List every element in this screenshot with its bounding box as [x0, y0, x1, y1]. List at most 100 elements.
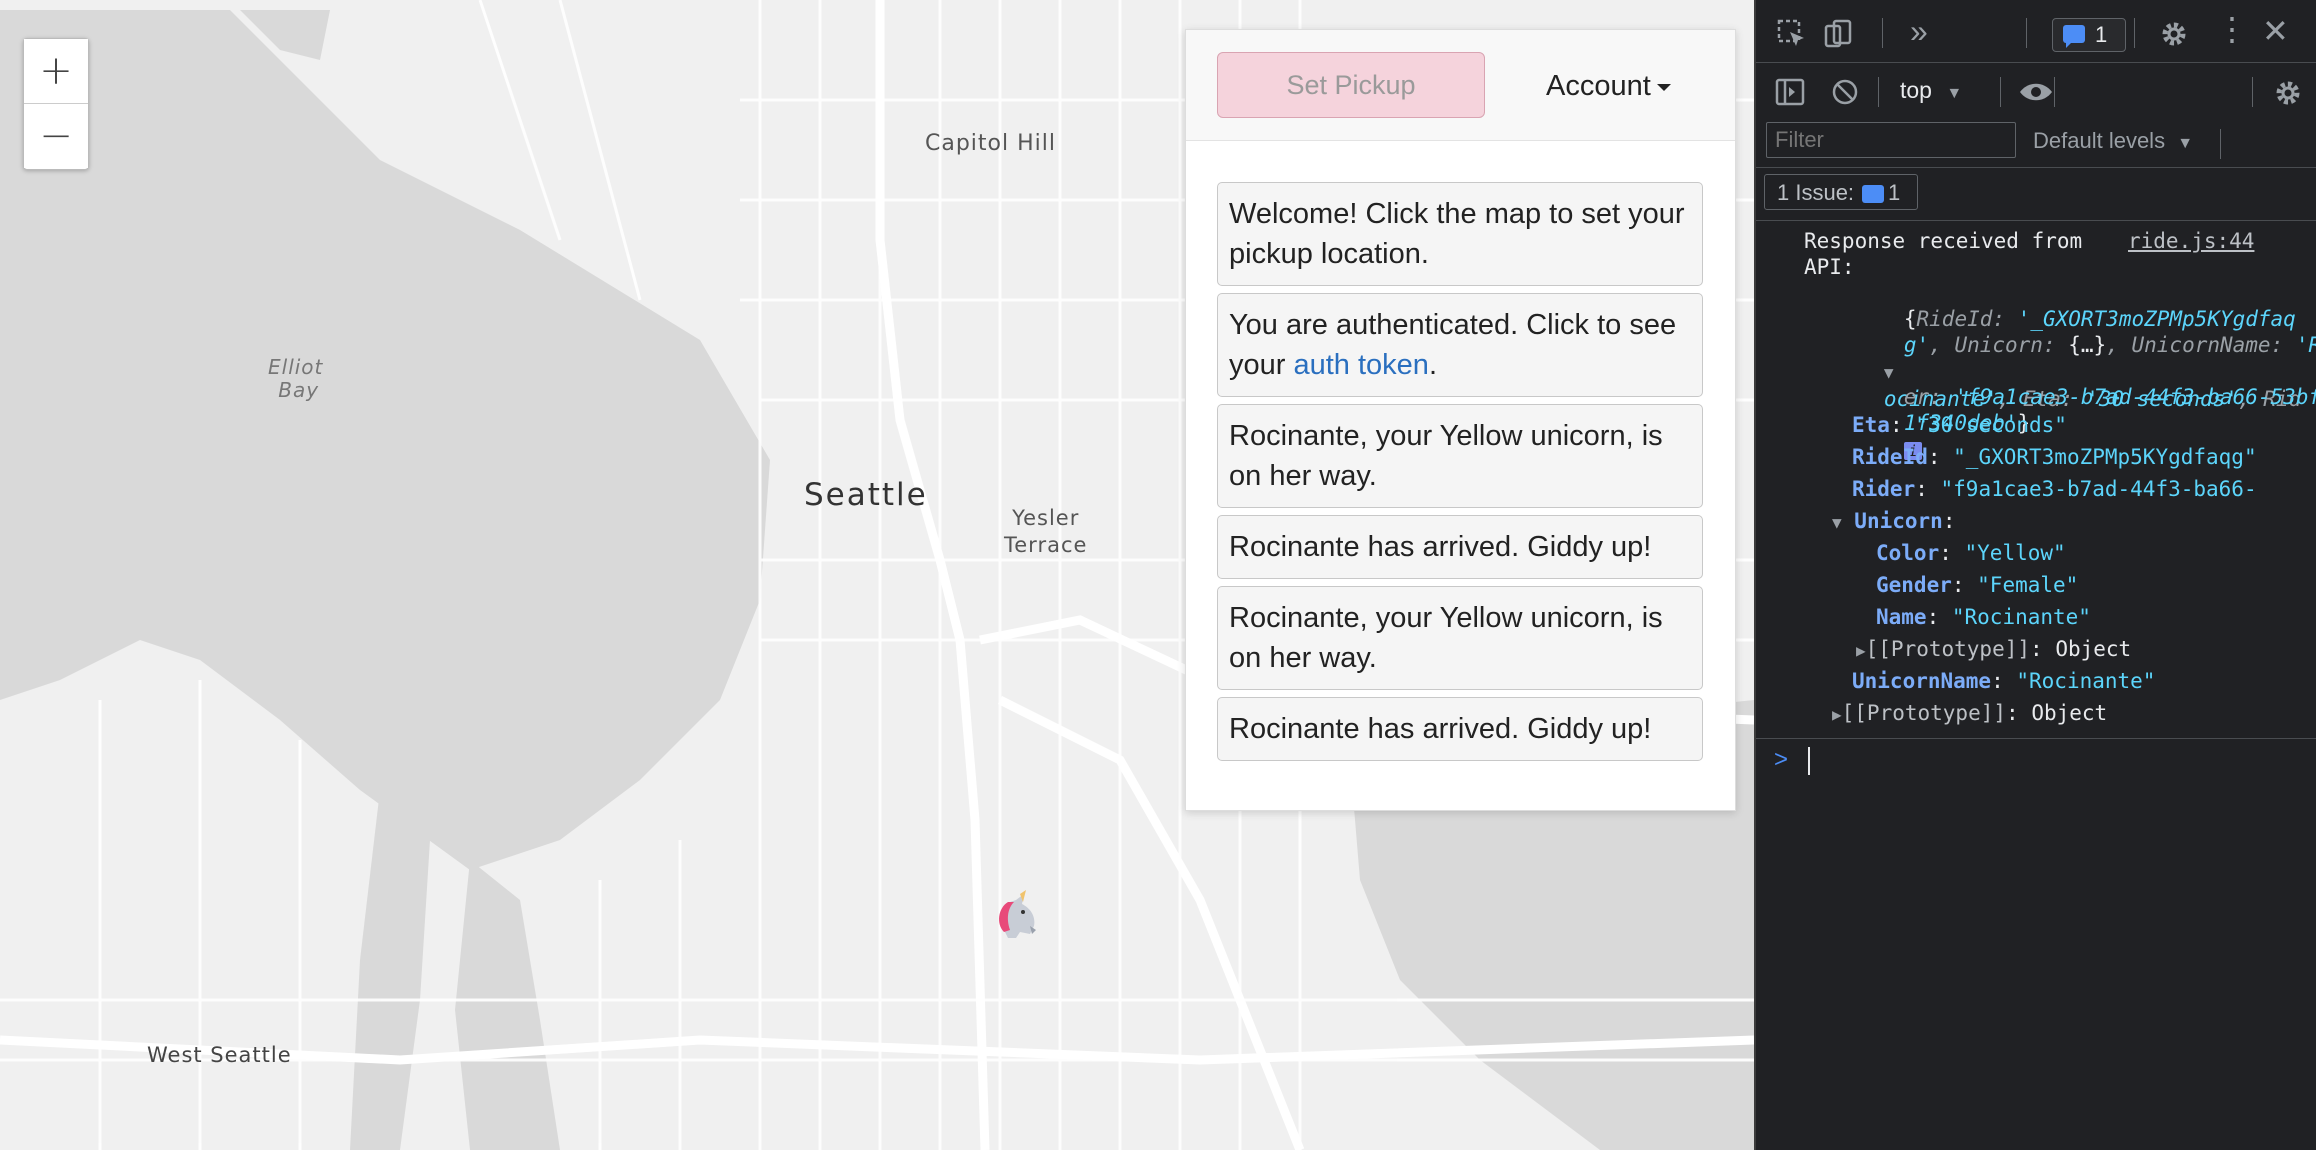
zoom-control: + − — [23, 38, 89, 170]
issues-label: 1 Issue: — [1777, 180, 1855, 205]
property-rider: Rider: "f9a1cae3-b7ad-44f3-ba66- — [1852, 476, 2257, 502]
close-icon[interactable]: ✕ — [2262, 15, 2289, 47]
message-welcome: Welcome! Click the map to set your picku… — [1217, 182, 1703, 286]
message-auth-end: . — [1428, 349, 1437, 381]
message-on-way: Rocinante, your Yellow unicorn, is on he… — [1217, 586, 1703, 690]
live-expression-eye-icon[interactable] — [2018, 77, 2054, 107]
prop-colon: : — [1889, 413, 1916, 437]
message-icon — [2063, 25, 2085, 48]
dropdown-arrow-icon: ▼ — [2177, 135, 2194, 152]
log-levels-dropdown[interactable]: Default levels ▼ — [2033, 128, 2193, 154]
property-prototype[interactable]: ▶[[Prototype]]: Object — [1832, 700, 2107, 728]
message-icon — [1862, 185, 1885, 204]
expand-triangle-icon[interactable]: ▼ — [1832, 513, 1842, 532]
prop-colon: : — [1991, 669, 2017, 693]
clear-console-icon[interactable] — [1830, 77, 1860, 107]
prop-key: Rider — [1852, 477, 1916, 501]
context-selector[interactable]: top ▼ — [1900, 77, 1962, 104]
devtools-main-toolbar: » 1 ⋮ ✕ — [1756, 0, 2316, 63]
property-prototype[interactable]: ▶[[Prototype]]: Object — [1856, 636, 2131, 664]
console-toolbar: top ▼ — [1756, 63, 2316, 119]
toolbar-divider — [2220, 129, 2221, 159]
property-rideid: RideId: "_GXORT3moZPMp5KYgdfaqg" — [1852, 444, 2257, 470]
more-tabs-icon[interactable]: » — [1910, 15, 1928, 47]
map-label-bay: Bay — [278, 378, 320, 402]
ride-panel: Set Pickup Account Welcome! Click the ma… — [1185, 29, 1736, 811]
property-eta: Eta: "30 seconds" — [1852, 412, 2067, 438]
map-label-west-seattle: West Seattle — [147, 1043, 292, 1067]
prop-colon: : — [1927, 445, 1954, 469]
prop-value: "_GXORT3moZPMp5KYgdfaqg" — [1953, 445, 2257, 469]
map-label-elliot: Elliot — [268, 355, 324, 379]
zoom-in-button[interactable]: + — [24, 39, 88, 103]
prop-key: Color — [1876, 541, 1940, 565]
prop-key: Name — [1876, 605, 1927, 629]
prop-colon: : — [1926, 605, 1952, 629]
toolbar-divider — [2026, 18, 2027, 48]
prop-value: "Yellow" — [1964, 541, 2066, 565]
inspect-element-icon[interactable] — [1776, 18, 1808, 50]
expand-triangle-icon[interactable]: ▶ — [1832, 705, 1842, 724]
map-label-capitol-hill: Capitol Hill — [925, 131, 1056, 156]
prop-colon: : — [1942, 509, 1956, 533]
auth-token-link[interactable]: auth token — [1293, 349, 1428, 381]
property-unicornname: UnicornName: "Rocinante" — [1852, 668, 2155, 694]
issues-bar: 1 Issue: 1 — [1756, 168, 2316, 221]
property-gender: Gender: "Female" — [1876, 572, 2078, 598]
prop-value: "30 seconds" — [1915, 413, 2067, 437]
context-label: top — [1900, 77, 1932, 103]
toolbar-divider — [2000, 77, 2001, 107]
console-source-link[interactable]: ride.js:44 — [2128, 228, 2254, 254]
property-color: Color: "Yellow" — [1876, 540, 2066, 566]
unicorn-icon[interactable] — [990, 890, 1046, 946]
issues-badge-button[interactable]: 1 — [2052, 18, 2126, 52]
sidebar-toggle-icon[interactable] — [1774, 77, 1806, 107]
zoom-out-button[interactable]: − — [24, 104, 88, 168]
toolbar-divider — [1878, 77, 1879, 107]
prompt-chevron-icon: > — [1774, 746, 1789, 773]
property-name: Name: "Rocinante" — [1876, 604, 2091, 630]
expand-triangle-icon[interactable]: ▶ — [1856, 641, 1866, 660]
prop-colon: : — [1915, 477, 1941, 501]
text-cursor — [1808, 747, 1810, 775]
message-on-way: Rocinante, your Yellow unicorn, is on he… — [1217, 404, 1703, 508]
settings-gear-icon[interactable] — [2158, 18, 2190, 50]
filter-bar: Default levels ▼ — [1756, 119, 2316, 168]
map-label-yesler: Yesler — [1012, 506, 1080, 530]
console-message: API: — [1804, 255, 1855, 279]
console-settings-gear-icon[interactable] — [2272, 77, 2304, 109]
message-list: Welcome! Click the map to set your picku… — [1217, 182, 1703, 768]
prop-key: [[Prototype]] — [1841, 701, 2007, 725]
console-prompt[interactable]: > — [1756, 738, 2316, 783]
prop-key: Unicorn — [1854, 509, 1943, 533]
prop-value: Object — [2031, 701, 2108, 725]
dropdown-arrow-icon: ▼ — [1946, 85, 1963, 102]
prop-value: "Rocinante" — [1951, 605, 2091, 629]
account-label: Account — [1546, 70, 1651, 102]
issues-count: 1 — [1888, 180, 1901, 205]
map-label-yesler-terrace: Yesler Terrace — [1004, 505, 1087, 559]
message-arrived: Rocinante has arrived. Giddy up! — [1217, 515, 1703, 579]
prop-key: Eta — [1852, 413, 1890, 437]
prop-key: Gender — [1876, 573, 1952, 597]
map-label-seattle: Seattle — [804, 477, 928, 513]
device-toggle-icon[interactable] — [1822, 18, 1854, 50]
issues-button[interactable]: 1 Issue: 1 — [1764, 174, 1918, 210]
property-unicorn[interactable]: ▼ Unicorn: — [1832, 508, 1955, 536]
kebab-menu-icon[interactable]: ⋮ — [2216, 13, 2248, 45]
account-dropdown[interactable]: Account — [1546, 70, 1671, 103]
set-pickup-button[interactable]: Set Pickup — [1217, 52, 1485, 118]
prop-value: "Female" — [1977, 573, 2079, 597]
prop-value: "f9a1cae3-b7ad-44f3-ba66- — [1940, 477, 2257, 501]
message-arrived: Rocinante has arrived. Giddy up! — [1217, 697, 1703, 761]
map-label-terrace: Terrace — [1004, 533, 1088, 557]
prop-key: [[Prototype]] — [1865, 637, 2031, 661]
filter-input[interactable] — [1766, 122, 2016, 158]
map-label-elliot-bay: Elliot Bay — [268, 356, 323, 402]
prop-key: RideId — [1852, 445, 1928, 469]
issues-badge-count: 1 — [2095, 22, 2108, 47]
console-message: Response received from — [1804, 229, 2083, 253]
devtools-panel: » 1 ⋮ ✕ top ▼ Filter Default levels ▼ 1 … — [1754, 0, 2316, 1150]
toolbar-divider — [2134, 18, 2135, 48]
log-levels-label: Default levels — [2033, 128, 2166, 153]
